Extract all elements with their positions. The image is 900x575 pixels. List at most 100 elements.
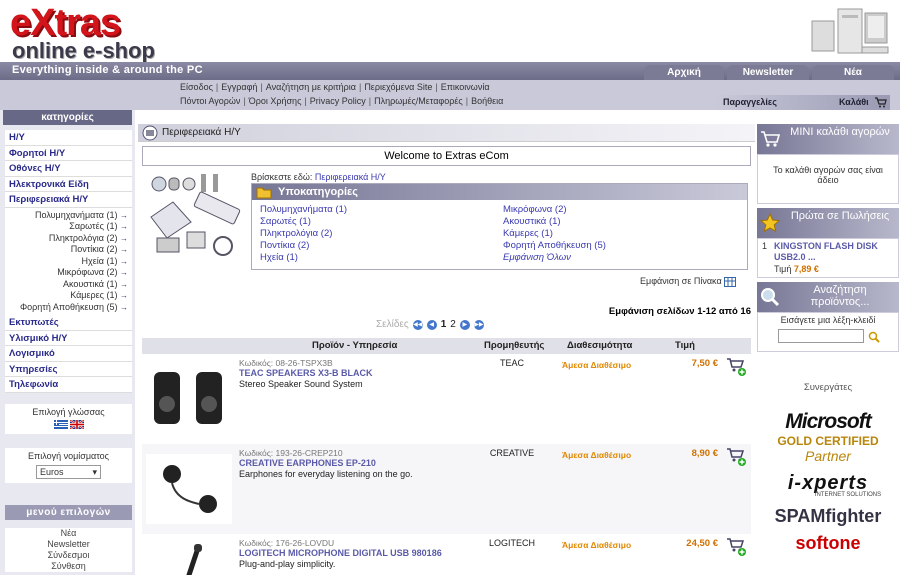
product-description: Stereo Speaker Sound System <box>239 379 363 389</box>
product-supplier: TEAC <box>499 358 524 368</box>
category-telephony[interactable]: Τηλεφωνία <box>5 377 132 393</box>
bestseller-name-link[interactable]: KINGSTON FLASH DISK USB2.0 ... <box>774 241 894 263</box>
subcategory-link[interactable]: Ηχεία (1) <box>260 252 347 264</box>
product-name-link[interactable]: LOGITECH MICROPHONE DIGITAL USB 980186 <box>239 548 442 558</box>
nav-row-secondary: Πόντοι Αγορών | Όροι Χρήσης | Privacy Poli… <box>180 96 503 109</box>
product-description: Plug-and-play simplicity. <box>239 559 336 569</box>
tagline: Everything inside & around the PC <box>12 64 203 76</box>
subcategory-item[interactable]: Φορητή Αποθήκευση (5) → <box>5 302 132 314</box>
nav-terms-link[interactable]: Όροι Χρήσης <box>249 96 302 109</box>
product-table-header: Προϊόν - Υπηρεσία Προμηθευτής Διαθεσιμότ… <box>142 338 751 354</box>
nav-contact-link[interactable]: Επικοινωνία <box>441 82 490 95</box>
subcategory-item[interactable]: Πληκτρολόγια (2) → <box>5 233 132 245</box>
product-code: Κωδικός: 08-26-TSPX3B <box>239 358 333 368</box>
tab-newsletter[interactable]: Newsletter <box>727 65 809 80</box>
currency-box: Επιλογή νομίσματος Euros <box>5 448 132 483</box>
nav-points-link[interactable]: Πόντοι Αγορών <box>180 96 240 109</box>
search-input[interactable] <box>778 329 864 343</box>
category-electronics[interactable]: Ηλεκτρονικά Είδη <box>5 177 132 192</box>
page-1[interactable]: 1 <box>441 319 447 330</box>
subcategory-column-2: Μικρόφωνα (2) Ακουστικά (1) Κάμερες (1) … <box>503 204 606 264</box>
next-page-icon[interactable]: ▶ <box>459 319 470 330</box>
last-page-icon[interactable]: ▶▶ <box>473 319 484 330</box>
subcategory-link[interactable]: Ακουστικά (1) <box>503 216 606 228</box>
speakers-image[interactable] <box>146 364 232 434</box>
uk-flag-icon[interactable] <box>69 420 84 429</box>
tab-home[interactable]: Αρχική Σελίδα <box>644 65 724 93</box>
currency-label: Επιλογή νομίσματος <box>28 451 109 461</box>
category-software[interactable]: Λογισμικό <box>5 346 132 362</box>
earphones-image[interactable] <box>146 454 232 524</box>
arrow-right-icon: → <box>120 302 128 312</box>
currency-select[interactable]: Euros <box>36 465 101 479</box>
subcategory-item[interactable]: Σαρωτές (1) → <box>5 221 132 233</box>
page-title: Περιφερειακά Η/Υ <box>162 127 241 138</box>
cart-icon[interactable] <box>875 97 887 108</box>
subcategory-link[interactable]: Μικρόφωνα (2) <box>503 204 606 216</box>
category-peripherals[interactable]: Περιφερειακά Η/Υ <box>5 192 132 208</box>
peripherals-icon <box>142 125 158 141</box>
subcategory-link[interactable]: Κάμερες (1) <box>503 228 606 240</box>
orders-link[interactable]: Παραγγελίες <box>723 97 777 107</box>
category-hardware[interactable]: Υλισμικό Η/Υ <box>5 331 132 346</box>
nav-payments-link[interactable]: Πληρωμές/Μεταφορές <box>374 96 463 109</box>
add-to-cart-icon[interactable] <box>726 356 746 376</box>
product-description: Earphones for everyday listening on the … <box>239 469 413 479</box>
prev-page-icon[interactable]: ◀ <box>426 319 437 330</box>
subcategory-item[interactable]: Ακουστικά (1) → <box>5 279 132 291</box>
bestseller-price: 7,89 € <box>793 264 819 274</box>
nav-advanced-search-link[interactable]: Αναζήτηση με κριτήρια <box>266 82 356 95</box>
category-services[interactable]: Υπηρεσίες <box>5 362 132 377</box>
softone-logo[interactable]: softone <box>757 533 899 554</box>
shopping-cart-icon <box>761 131 781 147</box>
category-pc[interactable]: Η/Υ <box>5 130 132 146</box>
menu-item-newsletter[interactable]: Newsletter <box>5 539 132 550</box>
subcategory-link[interactable]: Φορητή Αποθήκευση (5) <box>503 240 606 252</box>
subcategory-link[interactable]: Πολυμηχανήματα (1) <box>260 204 347 216</box>
product-availability: Άμεσα Διαθέσιμο <box>562 360 632 370</box>
pages-label: Σελίδες <box>376 319 409 330</box>
subcategory-link[interactable]: Σαρωτές (1) <box>260 216 347 228</box>
tab-news[interactable]: Νέα <box>812 65 894 80</box>
subcategory-link[interactable]: Πληκτρολόγια (2) <box>260 228 347 240</box>
product-name-link[interactable]: TEAC SPEAKERS X3-B BLACK <box>239 368 373 378</box>
nav-register-link[interactable]: Εγγραφή <box>221 82 257 95</box>
show-as-table-link[interactable]: Εμφάνιση σε Πίνακα <box>640 276 737 287</box>
subcategory-item[interactable]: Πολυμηχανήματα (1) → <box>5 210 132 222</box>
breadcrumb-link[interactable]: Περιφερειακά Η/Υ <box>315 172 386 182</box>
category-printers[interactable]: Εκτυπωτές <box>5 315 132 331</box>
product-supplier: LOGITECH <box>488 538 535 548</box>
top-tabs: Αρχική Σελίδα Newsletter Νέα <box>644 65 894 93</box>
menu-item-news[interactable]: Νέα <box>5 528 132 539</box>
microsoft-logo[interactable]: Microsoft <box>757 410 899 434</box>
subcategory-item[interactable]: Ηχεία (1) → <box>5 256 132 268</box>
subcategory-item[interactable]: Κάμερες (1) → <box>5 290 132 302</box>
nav-site-contents-link[interactable]: Περιεχόμενα Site <box>364 82 432 95</box>
product-name-link[interactable]: CREATIVE EARPHONES EP-210 <box>239 458 376 468</box>
left-sidebar: κατηγορίες Η/Υ Φορητοί Η/Υ Οθόνες Η/Υ Ηλ… <box>0 110 135 575</box>
subcategory-item[interactable]: Ποντίκια (2) → <box>5 244 132 256</box>
subcategory-item[interactable]: Μικρόφωνα (2) → <box>5 267 132 279</box>
spamfighter-logo[interactable]: SPAMfighter <box>757 506 899 527</box>
table-row: Κωδικός: 08-26-TSPX3B TEAC SPEAKERS X3-B… <box>142 354 751 444</box>
cart-link[interactable]: Καλάθι <box>839 97 869 107</box>
search-go-icon[interactable] <box>868 331 880 343</box>
subcategory-link[interactable]: Ποντίκια (2) <box>260 240 347 252</box>
greek-flag-icon[interactable] <box>53 420 68 429</box>
first-page-icon[interactable]: ◀◀ <box>412 319 423 330</box>
nav-login-link[interactable]: Είσοδος <box>180 82 213 95</box>
add-to-cart-icon[interactable] <box>726 446 746 466</box>
mini-cart-header: ΜΙΝΙ καλάθι αγορών <box>757 124 899 154</box>
microphone-image[interactable] <box>146 544 232 575</box>
nav-privacy-link[interactable]: Privacy Policy <box>310 96 366 109</box>
menu-item-links[interactable]: Σύνδεσμοι <box>5 550 132 561</box>
page-2[interactable]: 2 <box>450 319 456 330</box>
menu-item-composition[interactable]: Σύνθεση <box>5 561 132 572</box>
nav-help-link[interactable]: Βοήθεια <box>471 96 503 109</box>
show-all-link[interactable]: Εμφάνιση Όλων <box>503 252 606 264</box>
category-laptops[interactable]: Φορητοί Η/Υ <box>5 146 132 161</box>
add-to-cart-icon[interactable] <box>726 536 746 556</box>
category-monitors[interactable]: Οθόνες Η/Υ <box>5 161 132 177</box>
computer-icon <box>811 8 889 54</box>
peripherals-illustration-icon <box>150 174 241 256</box>
